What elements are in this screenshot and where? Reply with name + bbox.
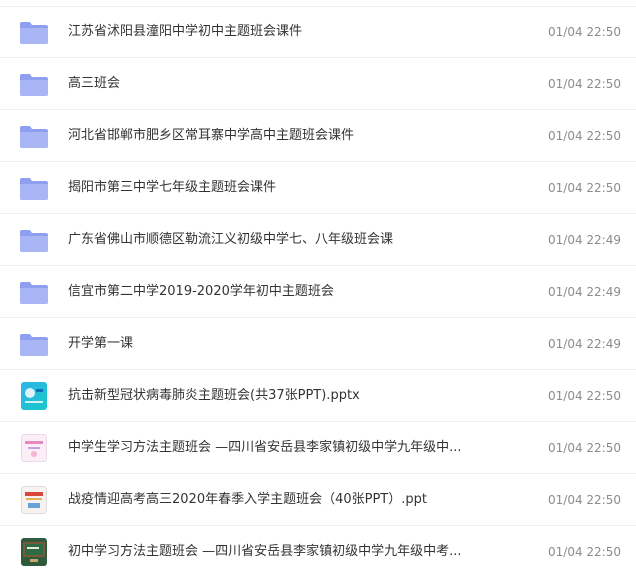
file-name[interactable]: 河北省邯郸市肥乡区常耳寨中学高中主题班会课件 bbox=[68, 126, 508, 146]
folder-icon bbox=[19, 226, 49, 254]
file-time: 01/04 22:50 bbox=[548, 77, 621, 91]
file-name[interactable]: 揭阳市第三中学七年级主题班会课件 bbox=[68, 178, 508, 198]
file-time: 01/04 22:50 bbox=[548, 545, 621, 559]
folder-icon bbox=[19, 330, 49, 358]
file-row[interactable]: 高三班会 01/04 22:50 bbox=[0, 58, 636, 110]
file-time: 01/04 22:50 bbox=[548, 441, 621, 455]
file-list: 江苏省沭阳县潼阳中学初中主题班会课件 01/04 22:50 高三班会 01/0… bbox=[0, 0, 636, 575]
file-row[interactable]: 抗击新型冠状病毒肺炎主题班会(共37张PPT).pptx 01/04 22:50 bbox=[0, 370, 636, 422]
ppt-thumbnail-icon bbox=[19, 486, 49, 514]
file-row[interactable]: 江苏省沭阳县潼阳中学初中主题班会课件 01/04 22:50 bbox=[0, 6, 636, 58]
ppt-thumbnail-icon bbox=[19, 538, 49, 566]
file-row[interactable]: 中学生学习方法主题班会 —四川省安岳县李家镇初级中学九年级中... 01/04 … bbox=[0, 422, 636, 474]
file-name[interactable]: 信宜市第二中学2019-2020学年初中主题班会 bbox=[68, 282, 508, 302]
file-row[interactable]: 揭阳市第三中学七年级主题班会课件 01/04 22:50 bbox=[0, 162, 636, 214]
file-name[interactable]: 江苏省沭阳县潼阳中学初中主题班会课件 bbox=[68, 22, 508, 42]
file-row[interactable]: 信宜市第二中学2019-2020学年初中主题班会 01/04 22:49 bbox=[0, 266, 636, 318]
file-row[interactable]: 战疫情迎高考高三2020年春季入学主题班会（40张PPT）.ppt 01/04 … bbox=[0, 474, 636, 526]
folder-icon bbox=[19, 122, 49, 150]
file-time: 01/04 22:49 bbox=[548, 337, 621, 351]
file-row[interactable]: 初中学习方法主题班会 —四川省安岳县李家镇初级中学九年级中考... 01/04 … bbox=[0, 526, 636, 578]
file-time: 01/04 22:49 bbox=[548, 285, 621, 299]
file-time: 01/04 22:49 bbox=[548, 233, 621, 247]
file-time: 01/04 22:50 bbox=[548, 493, 621, 507]
file-time: 01/04 22:50 bbox=[548, 129, 621, 143]
file-time: 01/04 22:50 bbox=[548, 389, 621, 403]
file-name[interactable]: 高三班会 bbox=[68, 74, 508, 94]
file-row[interactable]: 广东省佛山市顺德区勒流江义初级中学七、八年级班会课 01/04 22:49 bbox=[0, 214, 636, 266]
file-name[interactable]: 开学第一课 bbox=[68, 334, 508, 354]
file-name[interactable]: 中学生学习方法主题班会 —四川省安岳县李家镇初级中学九年级中... bbox=[68, 438, 508, 458]
folder-icon bbox=[19, 70, 49, 98]
file-row[interactable]: 开学第一课 01/04 22:49 bbox=[0, 318, 636, 370]
folder-icon bbox=[19, 278, 49, 306]
file-name[interactable]: 抗击新型冠状病毒肺炎主题班会(共37张PPT).pptx bbox=[68, 386, 508, 406]
folder-icon bbox=[19, 18, 49, 46]
folder-icon bbox=[19, 174, 49, 202]
file-row[interactable]: 河北省邯郸市肥乡区常耳寨中学高中主题班会课件 01/04 22:50 bbox=[0, 110, 636, 162]
file-name[interactable]: 战疫情迎高考高三2020年春季入学主题班会（40张PPT）.ppt bbox=[68, 490, 508, 510]
file-time: 01/04 22:50 bbox=[548, 181, 621, 195]
file-name[interactable]: 广东省佛山市顺德区勒流江义初级中学七、八年级班会课 bbox=[68, 230, 508, 250]
pptx-thumbnail-icon bbox=[19, 382, 49, 410]
ppt-thumbnail-icon bbox=[19, 434, 49, 462]
file-name[interactable]: 初中学习方法主题班会 —四川省安岳县李家镇初级中学九年级中考... bbox=[68, 542, 508, 562]
file-time: 01/04 22:50 bbox=[548, 25, 621, 39]
